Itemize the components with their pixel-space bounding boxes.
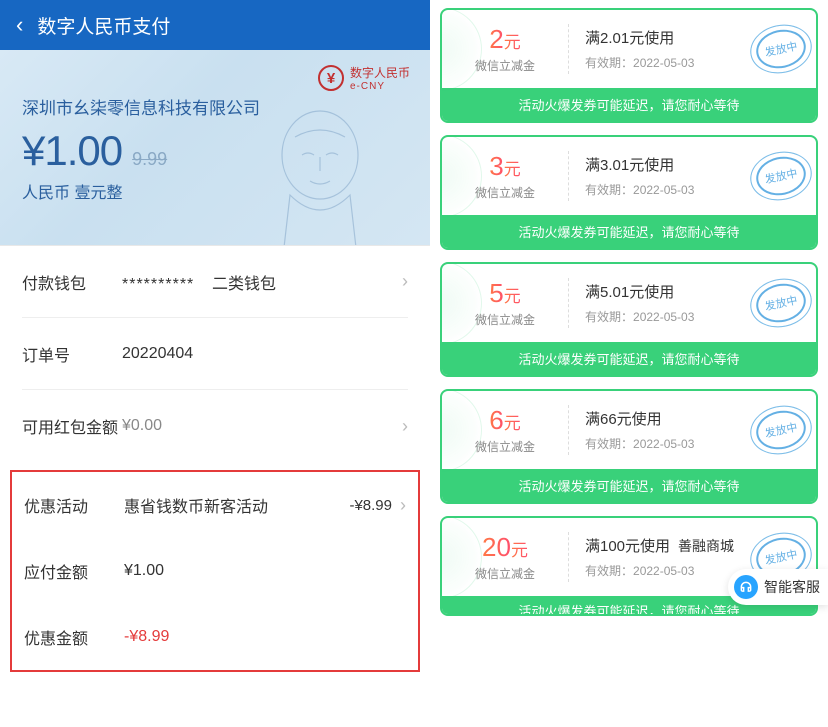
coupon-amount: 20 [482,532,511,562]
redpack-row[interactable]: 可用红包金额 ¥0.00 › [22,390,408,462]
back-icon[interactable]: ‹ [16,14,23,36]
chevron-right-icon: › [402,416,408,437]
issuing-stamp-icon: 发放中 [753,406,810,454]
activity-label: 优惠活动 [24,493,124,517]
promo-highlight-box: 优惠活动 惠省钱数币新客活动 -¥8.99 › 应付金额 ¥1.00 优惠金额 … [10,470,420,672]
ecny-logo: ¥ 数字人民币 e-CNY [318,64,410,92]
order-label: 订单号 [22,342,122,366]
coupon-card[interactable]: 6元 微信立减金 满66元使用 有效期：2022-05-03 发放中 活动火爆发… [440,389,818,504]
wallet-label: 付款钱包 [22,270,122,294]
coupon-subtitle: 微信立减金 [475,184,535,201]
smart-support-button[interactable]: 智能客服 [728,569,828,605]
discount-row: 优惠金额 -¥8.99 [24,604,406,670]
coupon-subtitle: 微信立减金 [475,438,535,455]
order-value: 20220404 [122,345,408,363]
payment-screen: ‹ 数字人民币支付 ¥ 数字人民币 e-CNY 深圳市幺柒零信息科技有限公司 ¥… [0,0,430,727]
coupon-card[interactable]: 2元 微信立减金 满2.01元使用 有效期：2022-05-03 发放中 活动火… [440,8,818,123]
ecny-cn: 数字人民币 [350,64,410,81]
discount-value: -¥8.99 [124,628,406,646]
coupon-footer: 活动火爆发券可能延迟，请您耐心等待 [442,88,816,121]
chevron-right-icon: › [402,271,408,292]
coupon-amount: 2 [489,24,503,54]
ecny-en: e-CNY [350,81,410,92]
redpack-value: ¥0.00 [122,417,394,435]
coupon-subtitle: 微信立减金 [475,565,535,582]
payable-row: 应付金额 ¥1.00 [24,538,406,604]
coupon-subtitle: 微信立减金 [475,311,535,328]
header-bar: ‹ 数字人民币支付 [0,0,430,50]
portrait-watermark [240,95,400,246]
activity-row[interactable]: 优惠活动 惠省钱数币新客活动 -¥8.99 › [24,472,406,538]
pay-amount: ¥1.00 [22,127,122,175]
coupon-footer: 活动火爆发券可能延迟，请您耐心等待 [442,342,816,375]
wallet-row[interactable]: 付款钱包 ********** 二类钱包 › [22,246,408,318]
discount-label: 优惠金额 [24,625,124,649]
coupon-footer: 活动火爆发券可能延迟，请您耐心等待 [442,215,816,248]
coupon-amount: 3 [489,151,503,181]
activity-discount: -¥8.99 [349,497,392,514]
coupon-card[interactable]: 5元 微信立减金 满5.01元使用 有效期：2022-05-03 发放中 活动火… [440,262,818,377]
support-label: 智能客服 [764,577,820,597]
issuing-stamp-icon: 发放中 [753,25,810,73]
header-title: 数字人民币支付 [37,12,170,39]
headset-icon [734,575,758,599]
redpack-label: 可用红包金额 [22,414,122,438]
order-row: 订单号 20220404 [22,318,408,390]
original-amount: 9.99 [132,149,167,170]
ecny-symbol-icon: ¥ [318,65,344,91]
issuing-stamp-icon: 发放中 [753,279,810,327]
payable-value: ¥1.00 [124,562,406,580]
banknote-card: ¥ 数字人民币 e-CNY 深圳市幺柒零信息科技有限公司 ¥1.00 9.99 … [0,50,430,246]
issuing-stamp-icon: 发放中 [753,152,810,200]
coupon-subtitle: 微信立减金 [475,57,535,74]
coupons-screen: 2元 微信立减金 满2.01元使用 有效期：2022-05-03 发放中 活动火… [430,0,828,727]
coupon-shop-tag: 善融商城 [678,536,734,556]
detail-section: 付款钱包 ********** 二类钱包 › 订单号 20220404 可用红包… [0,246,430,462]
wallet-value: ********** 二类钱包 [122,270,394,294]
coupon-footer: 活动火爆发券可能延迟，请您耐心等待 [442,469,816,502]
coupon-amount: 5 [489,278,503,308]
activity-name: 惠省钱数币新客活动 [124,493,268,517]
coupon-card[interactable]: 3元 微信立减金 满3.01元使用 有效期：2022-05-03 发放中 活动火… [440,135,818,250]
chevron-right-icon: › [400,495,406,516]
payable-label: 应付金额 [24,559,124,583]
coupon-amount: 6 [489,405,503,435]
